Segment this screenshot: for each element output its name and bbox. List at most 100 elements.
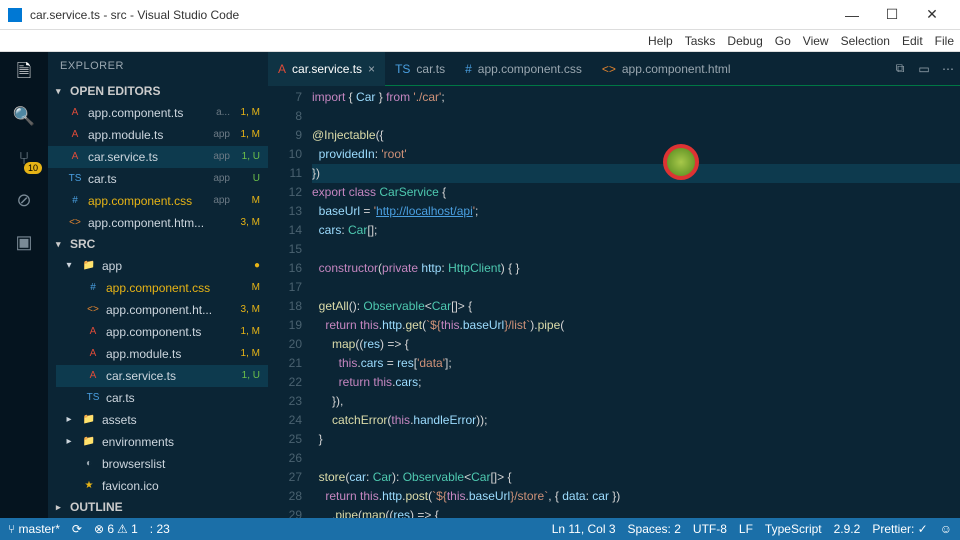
editor-area: Acar.service.ts × TScar.ts#app.component.c… [268,52,960,518]
file-status: M [236,195,260,206]
file-label: app.component.ts [88,106,206,120]
outline-header[interactable]: OUTLINE [48,497,268,518]
git-sync[interactable]: ⟳ [72,522,82,536]
line-info: : 23 [150,522,170,536]
sidebar: EXPLORER OPEN EDITORS Aapp.component.tsa… [48,52,268,518]
file-app-component-css[interactable]: #app.component.cssappM [48,190,268,212]
tab-label: app.component.css [478,62,582,76]
file-icon: TS [68,173,82,184]
indent[interactable]: Spaces: 2 [628,522,681,536]
file-car-service-ts[interactable]: Acar.service.tsapp1, U [48,146,268,168]
eol[interactable]: LF [739,522,753,536]
file-car-ts[interactable]: TScar.ts [56,387,268,409]
split-editor-icon[interactable]: ⧉ [888,61,912,76]
file-icon: A [68,151,82,162]
file-icon: A [86,348,100,359]
line-gutter: 7891011121314151617181920212223242526272… [268,86,312,518]
file-icon: TS [86,392,100,403]
minimize-button[interactable]: — [832,7,872,23]
file-label: app.component.css [88,194,203,208]
menu-edit[interactable]: Edit [902,34,923,48]
file-status: 1, M [236,326,260,337]
file-icon: # [86,282,100,293]
file-status: 1, U [236,370,260,381]
folder-app[interactable]: ▾📁app● [48,255,268,277]
menu-go[interactable]: Go [775,34,791,48]
file-label: app.module.ts [88,128,203,142]
prettier[interactable]: Prettier: ✓ [872,522,927,536]
cursor-position[interactable]: Ln 11, Col 3 [552,522,616,536]
close-tab-icon[interactable]: × [368,62,375,76]
menu-bar: Help Tasks Debug Go View Selection Edit File [0,30,960,52]
encoding[interactable]: UTF-8 [693,522,727,536]
file-environments[interactable]: ▸📁environments [48,431,268,453]
editor-tabs: Acar.service.ts × TScar.ts#app.component.c… [268,52,960,86]
menu-selection[interactable]: Selection [841,34,890,48]
close-button[interactable]: ✕ [912,6,952,23]
file-icon: A [278,62,286,76]
git-branch[interactable]: ⑂ master* [8,522,60,536]
file-favicon.ico[interactable]: ★favicon.ico [48,475,268,497]
tab-car-service-ts[interactable]: Acar.service.ts × [268,52,385,86]
file-car-service-ts[interactable]: Acar.service.ts 1, U [56,365,268,387]
menu-debug[interactable]: Debug [727,34,762,48]
extensions-icon[interactable]: ▣ [12,230,36,254]
explorer-icon[interactable]: 🗎 [12,62,36,86]
file-label: app.component.ts [106,325,230,339]
more-icon[interactable]: ⋯ [936,62,960,76]
problems[interactable]: ⊗ 6 ⚠ 1 [94,522,138,536]
file-browserslist[interactable]: ◐browserslist [48,453,268,475]
menu-tasks[interactable]: Tasks [685,34,716,48]
code-editor[interactable]: 7891011121314151617181920212223242526272… [268,86,960,518]
search-icon[interactable]: 🔍 [12,104,36,128]
feedback-icon[interactable]: ☺ [940,522,952,536]
file-app-component-css[interactable]: # app.component.css M [56,277,268,299]
window-title: car.service.ts - src - Visual Studio Cod… [30,8,832,22]
file-label: app.component.ht... [106,303,230,317]
file-icon: A [86,326,100,337]
file-app-component-ts[interactable]: Aapp.component.ts 1, M [56,321,268,343]
code-lines[interactable]: import { Car } from './car';@Injectable(… [312,86,960,518]
src-header[interactable]: SRC [48,234,268,255]
file-app-component-htm-[interactable]: <>app.component.htm...3, M [48,212,268,234]
layout-icon[interactable]: ▭ [912,62,936,76]
language[interactable]: TypeScript [765,522,822,536]
file-app-component-ts[interactable]: Aapp.component.tsa...1, M [48,102,268,124]
tab-label: car.service.ts [292,62,362,76]
open-editors-header[interactable]: OPEN EDITORS [48,81,268,102]
file-status: M [236,282,260,293]
title-bar: car.service.ts - src - Visual Studio Cod… [0,0,960,30]
ts-version[interactable]: 2.9.2 [834,522,861,536]
sidebar-title: EXPLORER [48,52,268,81]
file-label: car.ts [88,172,203,186]
tab-car-ts[interactable]: TScar.ts [385,52,455,86]
file-car-ts[interactable]: TScar.tsappU [48,168,268,190]
file-icon: A [68,129,82,140]
file-icon: A [86,370,100,381]
file-icon: <> [602,62,616,76]
menu-view[interactable]: View [803,34,829,48]
file-label: app.component.htm... [88,216,230,230]
cursor-highlight-marker [663,144,699,180]
file-status: 1, M [236,107,260,118]
menu-file[interactable]: File [935,34,954,48]
file-label: app.component.css [106,281,230,295]
file-status: 1, M [236,129,260,140]
tab-app-component-html[interactable]: <>app.component.html [592,52,741,86]
file-assets[interactable]: ▸📁assets [48,409,268,431]
file-app-module-ts[interactable]: Aapp.module.ts1, M [56,343,268,365]
file-status: 1, M [236,348,260,359]
activity-bar: 🗎 🔍 ⑂ ⊘ ▣ [0,52,48,518]
file-icon: <> [68,217,82,228]
file-status: 3, M [236,304,260,315]
debug-icon[interactable]: ⊘ [12,188,36,212]
menu-help[interactable]: Help [648,34,673,48]
file-app-module-ts[interactable]: Aapp.module.tsapp1, M [48,124,268,146]
tab-app-component-css[interactable]: #app.component.css [455,52,592,86]
maximize-button[interactable]: ☐ [872,6,912,23]
vscode-icon [8,8,22,22]
file-app-component-ht-[interactable]: <>app.component.ht...3, M [56,299,268,321]
file-label: car.service.ts [106,369,230,383]
scm-icon[interactable]: ⑂ [12,146,36,170]
file-icon: TS [395,62,410,76]
